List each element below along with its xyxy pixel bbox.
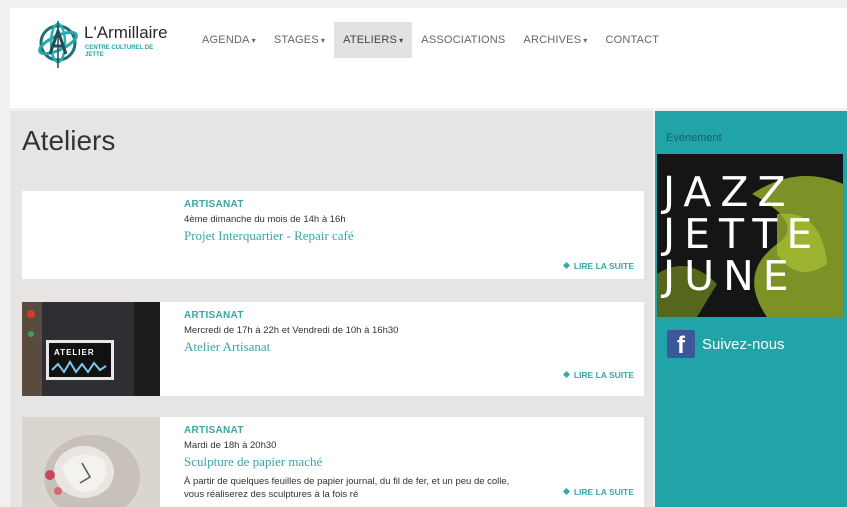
main-content: Ateliers ARTISANAT 4ème dimanche du mois… [10, 111, 653, 507]
read-more-link[interactable]: LIRE LA SUITE [562, 370, 634, 380]
poster-text: JETTE [663, 210, 822, 258]
diamond-bullet-icon [562, 261, 570, 270]
card-schedule: Mercredi de 17h à 22h et Vendredi de 10h… [184, 325, 399, 336]
poster-text: JUNE [663, 252, 798, 300]
armillary-logo-icon [38, 21, 78, 68]
read-more-link[interactable]: LIRE LA SUITE [562, 487, 634, 497]
sidebar-heading: Evénement [666, 132, 722, 144]
nav-agenda[interactable]: AGENDA ▾ [193, 22, 265, 58]
card-thumbnail[interactable] [22, 417, 160, 507]
card-thumbnail[interactable]: ATELIER [22, 302, 160, 396]
card-body: ARTISANAT 4ème dimanche du mois de 14h à… [184, 199, 544, 244]
card-description: À partir de quelques feuilles de papier … [184, 476, 510, 500]
nav-label: ATELIERS [343, 34, 398, 46]
facebook-follow-link[interactable]: f Suivez-nous [667, 329, 785, 359]
nav-label: STAGES [273, 34, 319, 46]
facebook-icon: f [667, 330, 695, 359]
caret-down-icon: ▾ [320, 36, 326, 45]
logo-subtitle: Centre culturel de Jette [85, 45, 154, 58]
read-more-label: LIRE LA SUITE [573, 370, 634, 380]
page-title: Ateliers [22, 125, 116, 156]
card-category[interactable]: ARTISANAT [184, 310, 544, 321]
caret-down-icon: ▾ [399, 36, 404, 45]
read-more-label: LIRE LA SUITE [573, 487, 634, 497]
nav-label: AGENDA [202, 34, 250, 46]
main-nav: AGENDA ▾ STAGES ▾ ATELIERS ▾ ASSOCIATIONS A… [193, 22, 668, 58]
atelier-card: ATELIER ARTISANAT Mercredi de 17h à 22h … [22, 302, 644, 396]
card-title[interactable]: Sculpture de papier maché [184, 454, 544, 470]
site-header: L'Armillaire Centre culturel de Jette AG… [10, 8, 847, 108]
atelier-card: ARTISANAT Mardi de 18h à 20h30 Sculpture… [22, 417, 644, 507]
caret-down-icon: ▾ [251, 36, 256, 45]
nav-label: ASSOCIATIONS [421, 34, 506, 46]
card-schedule: 4ème dimanche du mois de 14h à 16h [184, 214, 346, 225]
read-more-label: LIRE LA SUITE [573, 261, 634, 271]
nav-stages[interactable]: STAGES ▾ [265, 22, 334, 58]
card-title[interactable]: Atelier Artisanat [184, 339, 544, 355]
nav-contact[interactable]: CONTACT [596, 22, 668, 58]
card-category[interactable]: ARTISANAT [184, 425, 544, 436]
card-category[interactable]: ARTISANAT [184, 199, 544, 210]
nav-label: CONTACT [605, 34, 660, 46]
event-poster[interactable]: JAZZ JETTE JUNE [657, 154, 843, 317]
site-logo[interactable]: L'Armillaire Centre culturel de Jette [36, 16, 186, 76]
logo-name: L'Armillaire [84, 23, 168, 42]
card-schedule: Mardi de 18h à 20h30 [184, 440, 277, 451]
card-body: ARTISANAT Mercredi de 17h à 22h et Vendr… [184, 310, 544, 355]
nav-label: ARCHIVES [523, 34, 582, 46]
nav-associations[interactable]: ASSOCIATIONS [412, 22, 514, 58]
thumbnail-sign-text: ATELIER [54, 348, 95, 357]
diamond-bullet-icon [562, 487, 570, 496]
card-title[interactable]: Projet Interquartier - Repair café [184, 228, 544, 244]
nav-ateliers[interactable]: ATELIERS ▾ [334, 22, 413, 58]
diamond-bullet-icon [562, 370, 570, 379]
follow-label: Suivez-nous [702, 335, 785, 353]
card-body: ARTISANAT Mardi de 18h à 20h30 Sculpture… [184, 425, 544, 501]
poster-text: JAZZ [663, 168, 795, 216]
atelier-card: ARTISANAT 4ème dimanche du mois de 14h à… [22, 191, 644, 279]
nav-archives[interactable]: ARCHIVES ▾ [514, 22, 596, 58]
read-more-link[interactable]: LIRE LA SUITE [562, 261, 634, 271]
caret-down-icon: ▾ [583, 36, 588, 45]
sidebar: Evénement JAZZ JETTE JUNE f Suivez-nous [655, 111, 847, 507]
